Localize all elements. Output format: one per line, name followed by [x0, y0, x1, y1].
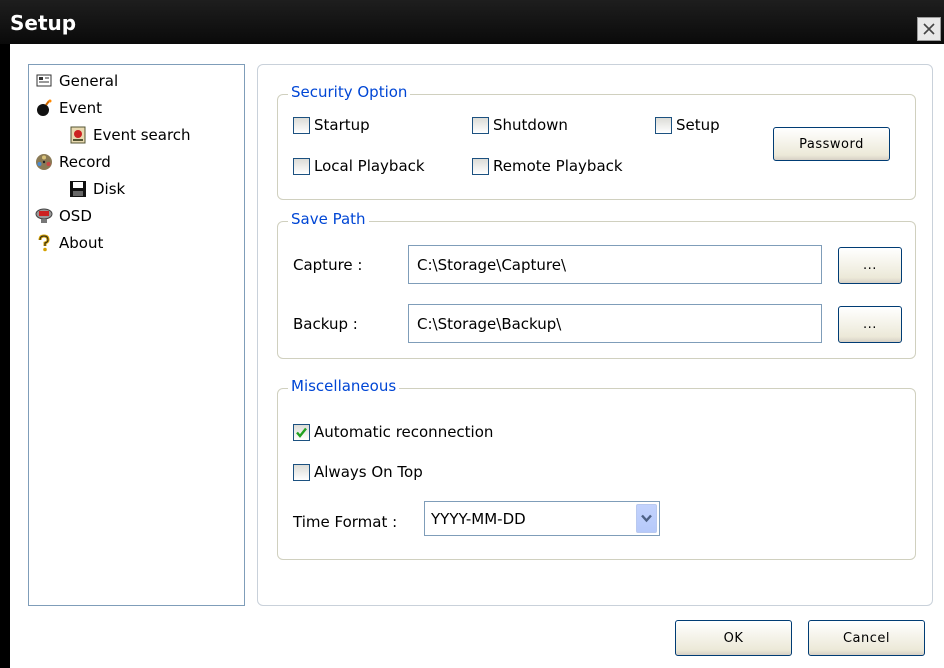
- setup-checkbox[interactable]: Setup: [655, 116, 720, 134]
- backup-label: Backup :: [293, 315, 358, 333]
- checkbox-label: Automatic reconnection: [314, 423, 494, 441]
- checkbox-box: [655, 116, 672, 134]
- checkbox-label: Startup: [314, 116, 370, 134]
- title-bar[interactable]: Setup: [0, 0, 944, 44]
- time-format-value: YYYY-MM-DD: [431, 510, 526, 528]
- checkbox-label: Setup: [676, 116, 720, 134]
- tree-item-label: Disk: [93, 180, 126, 198]
- miscellaneous-group: Miscellaneous Automatic reconnection Alw…: [277, 377, 916, 560]
- backup-path-input[interactable]: C:\Storage\Backup\: [408, 304, 822, 343]
- security-option-group: Security Option Startup Shutdown Setup L…: [277, 83, 916, 200]
- backup-browse-button[interactable]: ...: [838, 306, 902, 343]
- checkbox-box: [293, 157, 310, 175]
- group-title: Security Option: [288, 83, 411, 101]
- checkbox-box: [472, 116, 489, 134]
- tree-item-label: About: [59, 234, 104, 252]
- checkbox-label: Remote Playback: [493, 157, 623, 175]
- window-title: Setup: [10, 11, 77, 35]
- tree-item-record[interactable]: Record: [35, 152, 111, 172]
- question-icon: [35, 234, 53, 252]
- tree-item-general[interactable]: General: [35, 71, 118, 91]
- tree-item-label: Event search: [93, 126, 191, 144]
- tree-item-label: OSD: [59, 207, 92, 225]
- floppy-disk-icon: [69, 180, 87, 198]
- check-icon: [296, 427, 307, 438]
- tree-item-event-search[interactable]: Event search: [69, 125, 191, 145]
- cancel-button[interactable]: Cancel: [808, 620, 925, 656]
- tree-item-label: Record: [59, 153, 111, 171]
- checkbox-label: Always On Top: [314, 463, 423, 481]
- close-icon: [923, 23, 935, 35]
- film-reel-icon: [35, 153, 53, 171]
- general-icon: [35, 72, 53, 90]
- capture-browse-button[interactable]: ...: [838, 247, 902, 284]
- tree-item-label: General: [59, 72, 119, 90]
- tree-item-disk[interactable]: Disk: [69, 179, 125, 199]
- chevron-down-icon[interactable]: [636, 504, 657, 533]
- automatic-reconnection-checkbox[interactable]: Automatic reconnection: [293, 423, 493, 441]
- checkbox-box: [293, 116, 310, 134]
- checkbox-box: [293, 463, 310, 481]
- checkbox-label: Local Playback: [314, 157, 425, 175]
- startup-checkbox[interactable]: Startup: [293, 116, 370, 134]
- ok-button[interactable]: OK: [675, 620, 792, 656]
- tree-item-event[interactable]: Event: [35, 98, 102, 118]
- event-search-icon: [69, 126, 87, 144]
- checkbox-box: [293, 423, 310, 441]
- time-format-dropdown[interactable]: YYYY-MM-DD: [424, 501, 660, 536]
- shutdown-checkbox[interactable]: Shutdown: [472, 116, 568, 134]
- password-button[interactable]: Password: [773, 127, 890, 161]
- time-format-label: Time Format :: [293, 513, 398, 531]
- setup-tree: General Event Event search Record Disk O…: [28, 64, 245, 606]
- checkbox-box: [472, 157, 489, 175]
- group-title: Miscellaneous: [288, 377, 400, 395]
- bomb-icon: [35, 99, 53, 117]
- remote-playback-checkbox[interactable]: Remote Playback: [472, 157, 623, 175]
- settings-panel: Security Option Startup Shutdown Setup L…: [257, 64, 933, 606]
- checkbox-label: Shutdown: [493, 116, 568, 134]
- monitor-icon: [35, 207, 53, 225]
- setup-window: Setup General Event Event search Record …: [0, 0, 944, 668]
- capture-path-input[interactable]: C:\Storage\Capture\: [408, 245, 822, 284]
- save-path-group: Save Path Capture : C:\Storage\Capture\ …: [277, 210, 916, 359]
- tree-item-label: Event: [59, 99, 102, 117]
- local-playback-checkbox[interactable]: Local Playback: [293, 157, 425, 175]
- capture-label: Capture :: [293, 256, 363, 274]
- tree-item-about[interactable]: About: [35, 233, 103, 253]
- close-button[interactable]: [917, 17, 941, 41]
- tree-item-osd[interactable]: OSD: [35, 206, 92, 226]
- always-on-top-checkbox[interactable]: Always On Top: [293, 463, 423, 481]
- group-title: Save Path: [288, 210, 369, 228]
